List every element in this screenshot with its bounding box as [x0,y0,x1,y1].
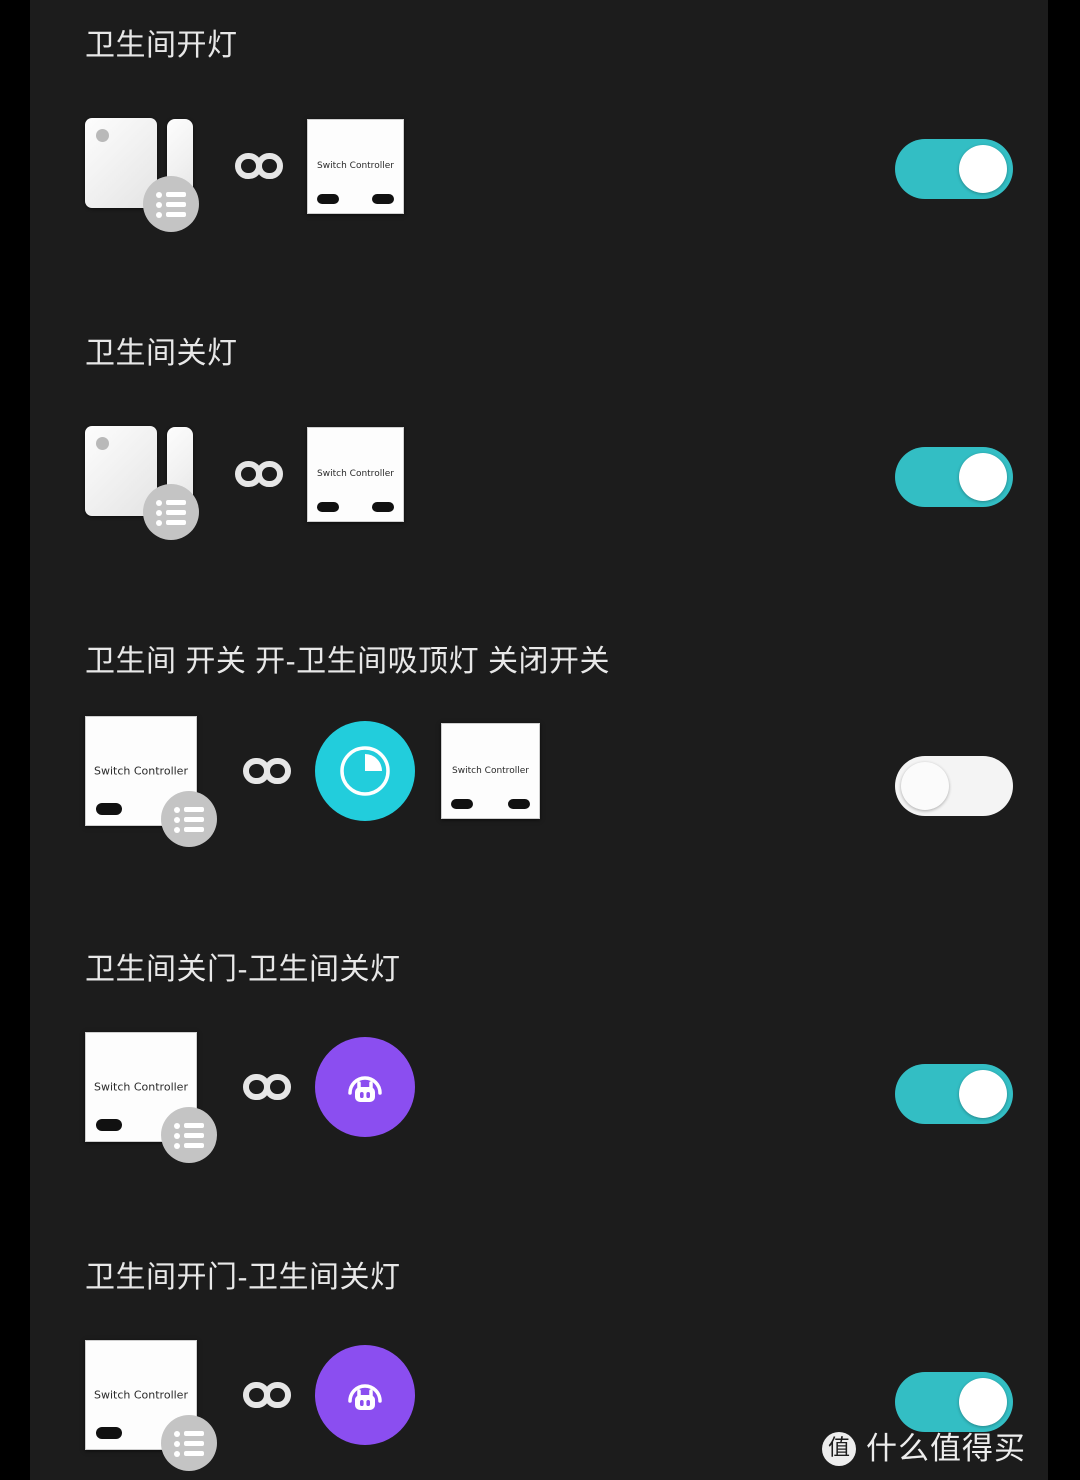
link-icon [243,754,291,788]
watermark-text: 什么值得买 [866,1431,1026,1466]
rule-toggle[interactable] [895,1372,1013,1432]
device-flow: Switch Controller [85,1032,415,1163]
switch-controller-card[interactable]: Switch Controller [307,426,404,522]
controller-pill [372,501,394,512]
sensor-indicator-dot [96,437,109,450]
device-flow: Switch Controller [85,716,540,847]
automation-rule: 卫生间 开关 开-卫生间吸顶灯 关闭开关 Switch Controller S… [30,616,1048,926]
switch-controller-card[interactable]: Switch Controller [441,723,540,819]
list-badge-icon[interactable] [143,484,199,540]
list-badge-icon[interactable] [161,791,217,847]
toggle-knob [959,453,1007,501]
rule-title: 卫生间 开关 开-卫生间吸顶灯 关闭开关 [85,645,610,678]
link-icon [235,149,283,183]
rule-toggle[interactable] [895,447,1013,507]
controller-pill [96,803,122,815]
rule-title: 卫生间开门-卫生间关灯 [85,1261,401,1294]
switch-controller-card[interactable]: Switch Controller [307,118,404,214]
toggle-knob [959,145,1007,193]
controller-pill [317,193,339,204]
device-flow: Switch Controller [85,1340,415,1471]
sensor-indicator-dot [96,129,109,142]
automation-rule: 卫生间关灯 Switch Controller [30,308,1048,618]
toggle-knob [901,762,949,810]
link-icon [243,1378,291,1412]
toggle-knob [959,1070,1007,1118]
automation-rule: 卫生间关门-卫生间关灯 Switch Controller [30,924,1048,1234]
switch-controller-label: Switch Controller [94,1080,188,1094]
list-badge-icon[interactable] [161,1415,217,1471]
automation-list-panel: 卫生间开灯 Switch Controller 卫生间关灯 Switch Con… [30,0,1048,1480]
link-icon [243,1070,291,1104]
rule-title: 卫生间关门-卫生间关灯 [85,953,401,986]
device-flow: Switch Controller [85,118,404,232]
robot-circle-icon[interactable] [315,1345,415,1445]
list-badge-icon[interactable] [161,1107,217,1163]
timer-circle-icon[interactable] [315,721,415,821]
link-icon [235,457,283,491]
robot-circle-icon[interactable] [315,1037,415,1137]
rule-title: 卫生间开灯 [85,29,238,62]
controller-pill [508,799,530,809]
controller-pill [96,1427,122,1439]
rule-toggle[interactable] [895,756,1013,816]
controller-pill [317,501,339,512]
automation-rule: 卫生间开灯 Switch Controller [30,0,1048,310]
toggle-knob [959,1378,1007,1426]
watermark-badge-icon: 值 [822,1432,856,1466]
switch-controller-card[interactable]: Switch Controller [85,1340,217,1471]
switch-controller-label: Switch Controller [94,1388,188,1402]
device-flow: Switch Controller [85,426,404,540]
switch-controller-label: Switch Controller [317,161,394,171]
controller-pill [96,1119,122,1131]
rule-title: 卫生间关灯 [85,337,238,370]
rule-toggle[interactable] [895,139,1013,199]
controller-pill [372,193,394,204]
door-sensor-icon[interactable] [85,426,207,540]
switch-controller-label: Switch Controller [94,764,188,778]
door-sensor-icon[interactable] [85,118,207,232]
controller-pill [451,799,473,809]
switch-controller-card[interactable]: Switch Controller [85,716,217,847]
watermark: 值 什么值得买 [822,1432,1026,1466]
list-badge-icon[interactable] [143,176,199,232]
switch-controller-label: Switch Controller [317,469,394,479]
switch-controller-card[interactable]: Switch Controller [85,1032,217,1163]
switch-controller-label: Switch Controller [452,766,529,776]
rule-toggle[interactable] [895,1064,1013,1124]
screen-root: 卫生间开灯 Switch Controller 卫生间关灯 Switch Con… [0,0,1080,1480]
